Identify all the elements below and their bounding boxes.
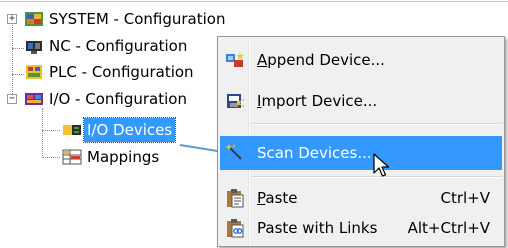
menu-item-append-device[interactable]: Append Device... — [220, 43, 502, 77]
menu-item-label: Paste with Links — [257, 219, 378, 237]
menu-item-shortcut: Ctrl+V — [440, 189, 490, 207]
menu-item-paste[interactable]: Paste Ctrl+V — [220, 181, 502, 215]
menu-item-label: Scan Devices... — [257, 144, 372, 162]
import-device-icon — [225, 91, 245, 111]
paste-with-links-icon — [225, 218, 245, 238]
menu-item-label: Append Device... — [257, 51, 385, 69]
scan-devices-icon — [225, 143, 245, 163]
context-menu: Append Device... Import Device... Scan D… — [217, 36, 505, 247]
menu-item-paste-with-links[interactable]: Paste with Links Alt+Ctrl+V — [220, 211, 502, 245]
menu-item-import-device[interactable]: Import Device... — [220, 84, 502, 118]
append-device-icon — [225, 50, 245, 70]
menu-item-label: Import Device... — [257, 92, 378, 110]
menu-item-scan-devices[interactable]: Scan Devices... — [220, 136, 502, 170]
menu-item-shortcut: Alt+Ctrl+V — [407, 219, 490, 237]
menu-item-label: Paste — [257, 189, 298, 207]
menu-separator — [251, 123, 502, 125]
paste-icon — [225, 188, 245, 208]
mouse-cursor-icon — [373, 153, 390, 177]
